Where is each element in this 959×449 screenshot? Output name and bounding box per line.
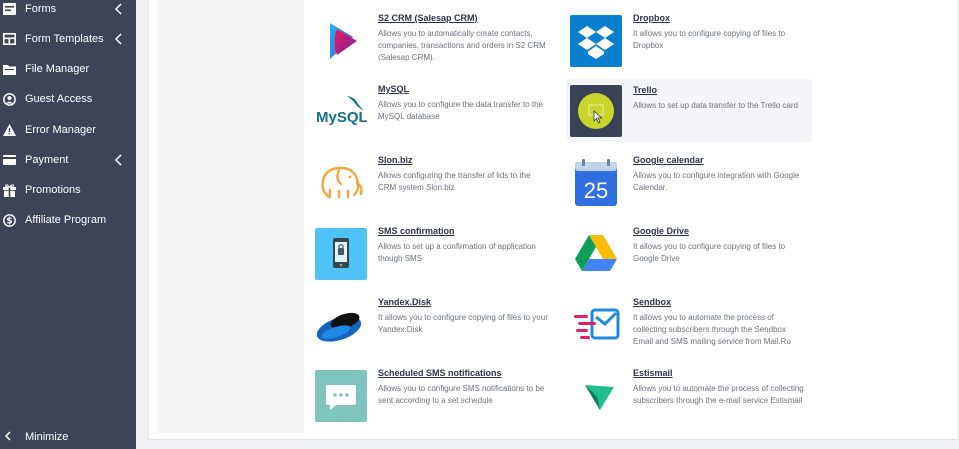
sidebar-item-form-templates[interactable]: Form Templates	[0, 24, 136, 54]
integration-card-google-calendar[interactable]: 25 Google calendar Allows you to configu…	[566, 155, 812, 225]
sidebar-item-affiliate-program[interactable]: $ Affiliate Program	[0, 205, 136, 235]
gift-icon	[3, 183, 16, 197]
google-drive-logo	[570, 228, 622, 280]
integration-description: Allows you to configure SMS notification…	[378, 384, 545, 405]
sidebar-item-label: File Manager	[25, 63, 90, 75]
sidebar-item-label: Affiliate Program	[25, 214, 107, 226]
integration-title[interactable]: Sendbox	[633, 297, 671, 307]
integration-description: Allows to set up a confirmation of appli…	[378, 242, 536, 263]
integration-card-dropbox[interactable]: Dropbox It allows you to configure copyi…	[566, 13, 812, 83]
integration-card-sendbox[interactable]: Sendbox It allows you to automate the pr…	[566, 297, 812, 367]
chevron-left-icon	[114, 154, 122, 166]
integration-description: It allows you to configure copying of fi…	[378, 313, 548, 334]
sidebar-item-label: Guest Access	[25, 93, 93, 105]
yandex-disk-logo	[315, 299, 367, 351]
minimize-button[interactable]: Minimize	[0, 425, 136, 449]
file-manager-icon	[3, 63, 16, 76]
chevron-left-icon	[114, 3, 122, 15]
integration-description: Allows you to automatically create conta…	[378, 29, 546, 62]
sidebar-item-error-manager[interactable]: Error Manager	[0, 115, 136, 145]
sidebar-item-label: Form Templates	[25, 33, 104, 45]
integration-title[interactable]: Yandex.Disk	[378, 297, 431, 307]
integration-card-estismail[interactable]: Estismail Allows you to automate the pro…	[566, 368, 812, 438]
elephant-logo	[315, 157, 367, 209]
integration-description: Allows you to automate the process of co…	[633, 384, 804, 405]
integration-card-sms-confirmation[interactable]: SMS confirmation Allows to set up a conf…	[311, 226, 557, 296]
integration-description: It allows you to configure copying of fi…	[633, 29, 786, 50]
integration-title[interactable]: Slon.biz	[378, 155, 413, 165]
form-templates-icon	[3, 33, 16, 46]
minimize-label: Minimize	[25, 431, 69, 443]
integration-card-yandex-disk[interactable]: Yandex.Disk It allows you to configure c…	[311, 297, 557, 367]
dropbox-logo	[570, 15, 622, 67]
integration-title[interactable]: Google calendar	[633, 155, 704, 165]
chevron-left-icon	[4, 430, 14, 444]
integration-title[interactable]: Dropbox	[633, 13, 670, 23]
integration-title[interactable]: Estismail	[633, 368, 673, 378]
integration-description: Allows you to configure integration with…	[633, 171, 800, 192]
guest-access-icon	[3, 92, 16, 106]
sms-confirmation-logo	[315, 228, 367, 280]
integration-description: Allows to set up data transfer to the Tr…	[633, 101, 798, 110]
sidebar-item-forms[interactable]: Forms	[0, 0, 136, 24]
integration-card-s2-crm[interactable]: S2 CRM (Salesap CRM) Allows you to autom…	[311, 13, 557, 83]
sidebar-item-label: Promotions	[25, 184, 81, 196]
svg-text:25: 25	[584, 178, 608, 203]
sidebar-item-file-manager[interactable]: File Manager	[0, 54, 136, 84]
s2-crm-logo	[315, 15, 367, 67]
google-calendar-logo: 25	[570, 157, 622, 209]
integration-description: Allows configuring the transfer of lids …	[378, 171, 531, 192]
sendbox-logo	[570, 299, 622, 351]
dollar-icon: $	[3, 213, 16, 227]
sidebar-item-label: Payment	[25, 154, 69, 166]
payment-icon	[3, 154, 16, 167]
forms-icon	[3, 3, 16, 16]
integration-description: Allows you to configure the data transfe…	[378, 100, 543, 121]
mysql-logo: MySQL	[315, 86, 367, 138]
sidebar: Forms Form Templates File Manager Guest …	[0, 0, 136, 449]
sidebar-item-label: Forms	[25, 3, 57, 15]
integration-description: It allows you to configure copying of fi…	[633, 242, 786, 263]
integration-card-trello[interactable]: Trello Allows to set up data transfer to…	[566, 79, 812, 142]
svg-text:$: $	[6, 216, 12, 226]
sidebar-item-payment[interactable]: Payment	[0, 145, 136, 175]
estismail-logo	[570, 370, 622, 422]
chevron-left-icon	[114, 33, 122, 45]
integration-title[interactable]: S2 CRM (Salesap CRM)	[378, 13, 478, 23]
svg-text:MySQL: MySQL	[316, 109, 367, 126]
integration-card-scheduled-sms[interactable]: Scheduled SMS notifications Allows you t…	[311, 368, 557, 438]
integration-title[interactable]: MySQL	[378, 84, 409, 94]
trello-logo	[570, 85, 622, 137]
integration-title[interactable]: Google Drive	[633, 226, 689, 236]
sms-notification-logo	[315, 370, 367, 422]
sidebar-item-promotions[interactable]: Promotions	[0, 175, 136, 205]
sidebar-item-label: Error Manager	[25, 124, 96, 136]
integration-title[interactable]: SMS confirmation	[378, 226, 455, 236]
integration-card-mysql[interactable]: MySQL MySQL Allows you to configure the …	[311, 84, 557, 154]
integrations-category-panel	[157, 0, 304, 433]
integration-title[interactable]: Scheduled SMS notifications	[378, 368, 502, 378]
sidebar-item-guest-access[interactable]: Guest Access	[0, 84, 136, 114]
integration-card-slon-biz[interactable]: Slon.biz Allows configuring the transfer…	[311, 155, 557, 225]
integration-card-google-drive[interactable]: Google Drive It allows you to configure …	[566, 226, 812, 296]
integration-description: It allows you to automate the process of…	[633, 313, 791, 346]
error-manager-icon	[3, 124, 16, 137]
integration-title[interactable]: Trello	[633, 85, 657, 95]
